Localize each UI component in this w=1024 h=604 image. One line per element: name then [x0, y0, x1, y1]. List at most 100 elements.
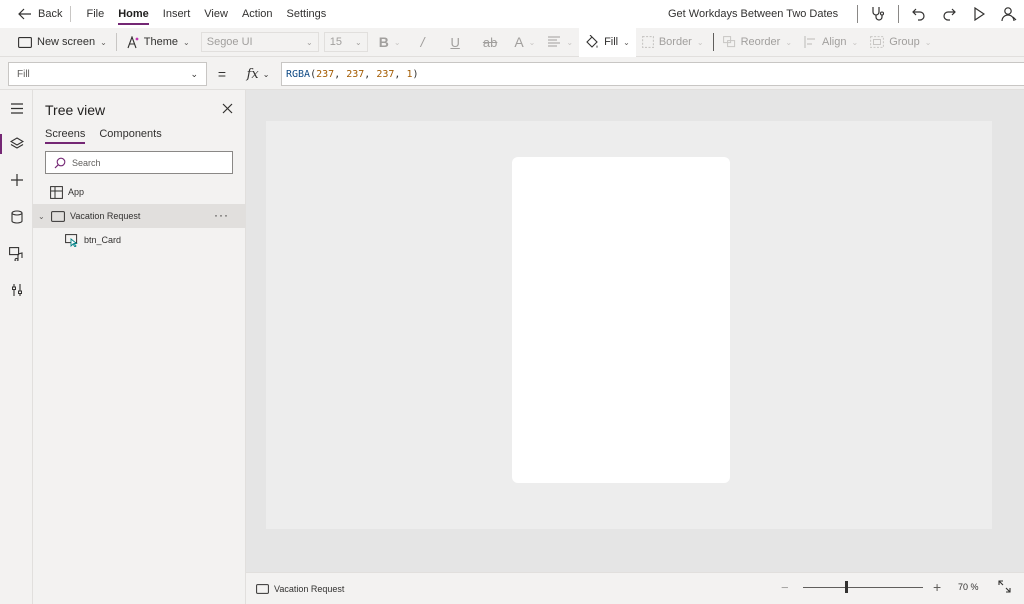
tab-components[interactable]: Components	[99, 128, 161, 144]
tree-view-tabs: Screens Components	[45, 128, 162, 144]
layers-icon	[9, 137, 24, 149]
chevron-down-icon: ⌄	[851, 37, 859, 47]
menu-file[interactable]: File	[79, 0, 111, 28]
group-button[interactable]: Group ⌄	[864, 28, 937, 57]
chevron-down-icon: ⌄	[355, 37, 362, 47]
reorder-button[interactable]: Reorder ⌄	[717, 28, 798, 57]
app-icon	[49, 185, 63, 199]
border-button[interactable]: Border ⌄	[636, 28, 710, 57]
font-color-button[interactable]: A ⌄	[508, 28, 541, 57]
back-button[interactable]: Back	[0, 0, 62, 28]
chevron-down-icon: ⌄	[38, 211, 45, 221]
database-icon	[10, 210, 23, 224]
chevron-down-icon: ⌄	[393, 37, 401, 47]
fill-label: Fill	[604, 36, 619, 48]
bold-icon: B	[378, 34, 389, 50]
italic-icon: /	[420, 34, 425, 50]
menu-home[interactable]: Home	[111, 0, 156, 28]
left-rail	[0, 90, 33, 604]
screen-vacation-request[interactable]	[266, 121, 992, 529]
zoom-out-button[interactable]: −	[781, 580, 789, 595]
reorder-label: Reorder	[740, 36, 781, 48]
canvas-area[interactable]	[246, 90, 1024, 572]
btn-card[interactable]	[512, 157, 730, 483]
border-icon	[641, 36, 654, 48]
font-size-select[interactable]: 15 ⌄	[323, 32, 368, 52]
reorder-icon	[722, 36, 735, 48]
zoom-in-button[interactable]: +	[933, 579, 941, 595]
new-screen-label: New screen	[37, 36, 96, 48]
text-align-button[interactable]: ⌄	[541, 28, 579, 57]
screen-selector[interactable]: Vacation Request	[256, 573, 344, 604]
align-icon	[804, 36, 816, 48]
align-button[interactable]: Align ⌄	[798, 28, 864, 57]
search-input[interactable]: Search	[45, 151, 233, 174]
close-icon	[222, 103, 232, 113]
fit-to-window-button[interactable]	[998, 580, 1011, 596]
tree-item-vacation-request[interactable]: ⌄ Vacation Request ···	[33, 204, 245, 228]
bold-button[interactable]: B ⌄	[373, 28, 407, 57]
formula-input[interactable]: RGBA(237, 237, 237, 1)	[281, 62, 1024, 86]
chevron-down-icon: ⌄	[183, 37, 190, 47]
new-screen-button[interactable]: New screen ⌄	[0, 28, 113, 57]
top-divider	[857, 5, 858, 23]
chevron-down-icon: ⌄	[623, 37, 630, 47]
tree-view-button[interactable]	[0, 130, 33, 158]
strikethrough-icon: ab	[482, 34, 498, 50]
font-family-select[interactable]: Segoe UI ⌄	[200, 32, 319, 52]
media-icon	[9, 247, 23, 261]
tree-item-label: App	[68, 187, 85, 197]
fx-button[interactable]: fx ⌄	[237, 62, 279, 86]
redo-button[interactable]	[934, 0, 964, 28]
chevron-down-icon: ⌄	[696, 37, 704, 47]
underline-icon: U	[450, 34, 460, 50]
expand-icon	[998, 580, 1011, 593]
menu-view[interactable]: View	[197, 0, 235, 28]
hamburger-menu-button[interactable]	[0, 94, 33, 122]
tree-item-app[interactable]: App	[33, 180, 245, 204]
menu-insert[interactable]: Insert	[156, 0, 198, 28]
preview-button[interactable]	[964, 0, 994, 28]
strikethrough-button[interactable]: ab	[472, 28, 508, 57]
app-checker-button[interactable]	[863, 0, 893, 28]
zoom-slider-track[interactable]	[803, 587, 923, 588]
status-bar: Vacation Request − + 70 %	[246, 572, 1024, 604]
more-options-button[interactable]: ···	[214, 208, 229, 222]
screen-icon	[18, 36, 32, 48]
chevron-down-icon: ⌄	[785, 37, 793, 47]
tree-item-btn-card[interactable]: btn_Card	[33, 228, 245, 252]
formula-bar: Fill ⌄ = fx ⌄ RGBA(237, 237, 237, 1)	[0, 58, 1024, 90]
close-tree-view-button[interactable]	[219, 100, 235, 116]
fill-button[interactable]: Fill ⌄	[579, 27, 636, 57]
top-menu-bar: Back File Home Insert View Action Settin…	[0, 0, 1024, 28]
underline-button[interactable]: U	[438, 28, 471, 57]
theme-button[interactable]: Theme ⌄	[120, 28, 196, 57]
chevron-down-icon: ⌄	[528, 37, 536, 47]
undo-icon	[912, 8, 925, 21]
menu-action[interactable]: Action	[235, 0, 280, 28]
advanced-tools-button[interactable]	[0, 276, 33, 304]
ribbon-toolbar: New screen ⌄ Theme ⌄ Segoe UI ⌄ 15 ⌄ B ⌄…	[0, 27, 1024, 57]
fx-icon: fx	[246, 66, 259, 82]
screen-icon	[256, 583, 269, 594]
data-button[interactable]	[0, 203, 33, 231]
ribbon-divider	[712, 33, 714, 51]
chevron-down-icon: ⌄	[306, 37, 313, 47]
stethoscope-icon	[872, 7, 885, 21]
zoom-slider-thumb[interactable]	[845, 581, 848, 593]
chevron-down-icon: ⌄	[566, 37, 574, 47]
button-control-icon	[65, 233, 79, 247]
italic-button[interactable]: /	[407, 28, 439, 57]
share-button[interactable]	[994, 0, 1024, 28]
font-size-value: 15	[329, 36, 342, 48]
status-screen-name: Vacation Request	[274, 583, 345, 594]
property-select[interactable]: Fill ⌄	[8, 62, 207, 86]
app-title[interactable]: Get Workdays Between Two Dates	[668, 0, 838, 28]
insert-button[interactable]	[0, 166, 33, 194]
tab-screens[interactable]: Screens	[45, 128, 86, 144]
menu-settings[interactable]: Settings	[280, 0, 334, 28]
undo-button[interactable]	[904, 0, 934, 28]
media-button[interactable]	[0, 240, 33, 268]
formula-function: RGBA	[286, 68, 311, 80]
ribbon-divider	[115, 33, 117, 51]
